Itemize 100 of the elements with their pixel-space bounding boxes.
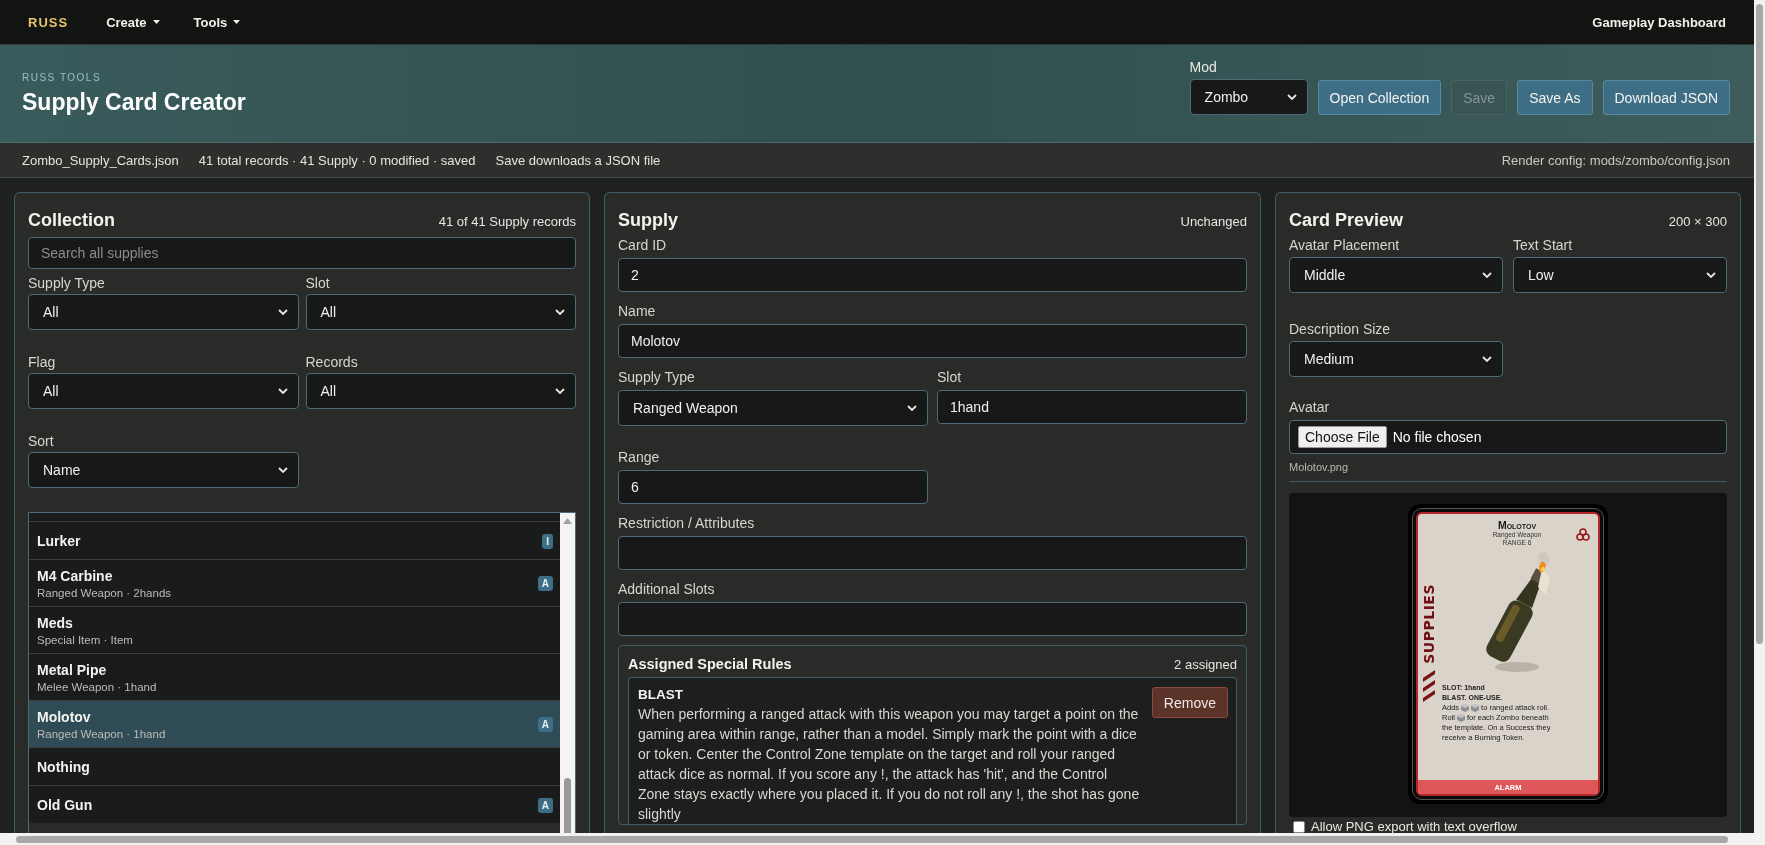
field-label: Mod: [1189, 58, 1218, 75]
item-details: Ranged Weapon · 2hands: [37, 587, 172, 599]
item-details: Special Item · Item: [37, 634, 133, 646]
chevron-icon: [907, 405, 917, 411]
text-field[interactable]: 6: [618, 470, 928, 504]
list-item[interactable]: Nothing: [29, 747, 560, 785]
chevron-icon: [555, 388, 565, 394]
page-scrollbar[interactable]: [1756, 4, 1763, 644]
item-name: Lurker: [37, 533, 81, 549]
rule-description: When performing a ranged attack with this weapon you may target a point on the gaming area within range, rather than a model. Simply mark the point with a dice or token. Center the Control Zone template on the target and roll your ranged attack dice as normal. If you score any !, the attack has 'hit', and the Control Zone stays exactly where you placed it. If you do not roll any !, the shot has gone slightly: [638, 705, 1141, 824]
file-status: No file chosen: [1392, 429, 1482, 445]
list-item[interactable]: Meds Special Item · Item: [29, 606, 560, 653]
horizontal-scrollbar[interactable]: [16, 836, 1728, 843]
card-side-label: SUPPLIES: [1421, 584, 1437, 664]
choose-file-button[interactable]: Choose File: [1298, 426, 1387, 448]
caret-icon: [233, 20, 241, 24]
toolbar-button[interactable]: Open Collection: [1317, 80, 1442, 115]
file-field[interactable]: Choose File No file chosen: [1289, 420, 1727, 454]
scroll-up-icon: [563, 518, 572, 524]
flag-badge: A: [537, 797, 553, 813]
chevron-icon: [277, 467, 288, 473]
item-name: Nothing: [37, 759, 90, 775]
dropdown[interactable]: All: [28, 294, 299, 330]
list-item[interactable]: M4 Carbine Ranged Weapon · 2hands A: [29, 559, 560, 606]
scrollbar[interactable]: [560, 513, 575, 833]
dropdown[interactable]: Name: [28, 452, 299, 488]
dropdown[interactable]: Middle: [1289, 257, 1503, 293]
field-label: Description Size: [1289, 321, 1392, 337]
list-item[interactable]: Molotov Ranged Weapon · 1hand A: [29, 700, 560, 747]
item-name: Old Gun: [37, 797, 93, 813]
chevron-icon: [1286, 93, 1297, 100]
list-item[interactable]: Old Gun A: [29, 785, 560, 823]
dropdown[interactable]: All: [305, 294, 576, 330]
item-name: Metal Pipe: [37, 662, 108, 678]
text-field[interactable]: 2: [618, 258, 1247, 292]
item-details: Ranged Weapon · 1hand: [37, 728, 166, 740]
panel-title: Supply: [618, 210, 678, 231]
dropdown[interactable]: Low: [1513, 257, 1727, 293]
rule-count: 2 assigned: [1174, 657, 1237, 672]
search-field[interactable]: Search all supplies: [28, 237, 576, 269]
file-name: Molotov.png: [1289, 461, 1350, 473]
field-label: Avatar: [1289, 399, 1331, 415]
field-label: Restriction / Attributes: [618, 515, 756, 531]
remove-button[interactable]: Remove: [1151, 687, 1228, 718]
biohazard-icon: [1576, 528, 1590, 542]
brand-logo[interactable]: RUSS: [28, 14, 69, 30]
flag-badge: A: [537, 717, 553, 732]
stripes-icon: [1423, 669, 1435, 704]
section-title: Assigned Special Rules: [628, 656, 792, 672]
item-details: Melee Weapon · 1hand: [37, 681, 157, 693]
flag-badge: A: [537, 576, 553, 591]
text-field[interactable]: [618, 536, 1247, 570]
text-field[interactable]: 1hand: [937, 390, 1247, 424]
chevron-icon: [277, 309, 288, 315]
card-size: 200 × 300: [1668, 214, 1727, 229]
field-label: Card ID: [618, 237, 668, 253]
field-label: Name: [618, 303, 657, 319]
scroll-thumb[interactable]: [564, 778, 571, 833]
status-text: Zombo_Supply_Cards.json: [22, 152, 179, 168]
dropdown[interactable]: Ranged Weapon: [618, 390, 928, 426]
field-label: Slot: [937, 369, 963, 385]
record-count: 41 of 41 Supply records: [438, 214, 576, 229]
item-name: Molotov: [37, 709, 92, 725]
status-text: Save downloads a JSON file: [495, 152, 661, 168]
menu-item[interactable]: Create: [106, 14, 160, 30]
dropdown[interactable]: Zombo: [1189, 78, 1308, 115]
die-icon: [1456, 714, 1465, 722]
dashboard-link[interactable]: Gameplay Dashboard: [1592, 14, 1726, 30]
card-name: Molotov: [1497, 519, 1537, 531]
item-name: Meds: [37, 615, 74, 631]
page-title: Supply Card Creator: [22, 88, 247, 116]
field-label: Flag: [28, 354, 57, 370]
chevron-icon: [1482, 272, 1492, 278]
panel-title: Card Preview: [1289, 210, 1404, 231]
eyebrow-label: RUSS TOOLS: [22, 71, 103, 83]
text-field[interactable]: [618, 602, 1247, 636]
flag-badge: I: [542, 533, 553, 549]
menu-item[interactable]: Tools: [193, 14, 241, 30]
dropdown[interactable]: All: [305, 373, 576, 409]
chevron-icon: [277, 388, 288, 394]
rule-name: BLAST: [638, 687, 684, 702]
field-label: Range: [618, 449, 661, 465]
text-field[interactable]: Molotov: [618, 324, 1247, 358]
status-text: 41 total records · 41 Supply · 0 modified · saved: [198, 152, 476, 168]
caret-icon: [152, 20, 160, 24]
checkbox[interactable]: [1293, 820, 1305, 833]
item-name: M4 Carbine: [37, 568, 114, 584]
dropdown[interactable]: Medium: [1289, 341, 1503, 377]
field-label: Supply Type: [618, 369, 696, 385]
chevron-icon: [1706, 272, 1716, 278]
toolbar-button[interactable]: Save As: [1517, 80, 1593, 115]
field-label: Slot: [305, 275, 331, 291]
field-label: Sort: [28, 433, 55, 449]
checkbox-label: Allow PNG export with text overflow: [1311, 819, 1517, 833]
dropdown[interactable]: All: [28, 373, 299, 409]
toolbar-button[interactable]: Download JSON: [1602, 80, 1730, 115]
list-item[interactable]: Lurker I: [29, 521, 560, 559]
edit-status: Unchanged: [1180, 214, 1247, 229]
list-item[interactable]: Metal Pipe Melee Weapon · 1hand: [29, 653, 560, 700]
field-label: Supply Type: [28, 275, 106, 291]
